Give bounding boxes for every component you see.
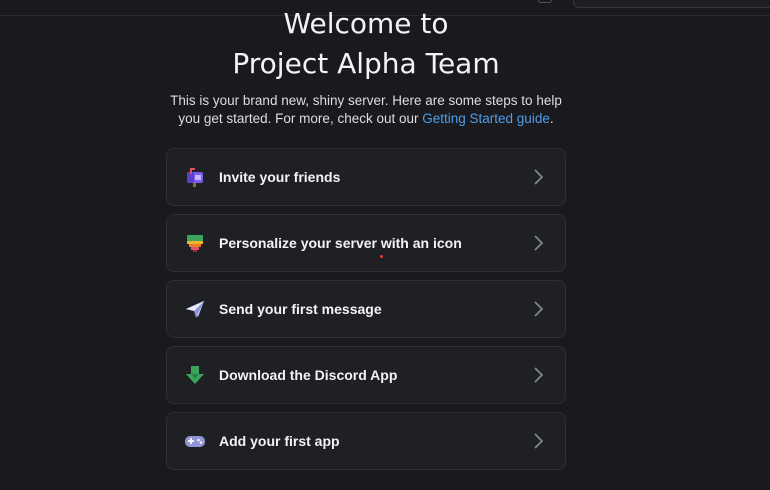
welcome-description: This is your brand new, shiny server. He…: [166, 92, 566, 128]
title-line-2: Project Alpha Team: [232, 47, 500, 80]
page-title: Welcome to Project Alpha Team: [0, 4, 732, 84]
step-label: Send your first message: [219, 301, 382, 317]
chevron-right-icon: [534, 169, 543, 185]
step-add-app[interactable]: Add your first app: [166, 412, 566, 470]
cursor-marker: [380, 255, 383, 258]
step-download-app[interactable]: Download the Discord App: [166, 346, 566, 404]
mailbox-icon: [184, 166, 206, 188]
getting-started-link[interactable]: Getting Started guide: [422, 111, 550, 126]
paper-plane-icon: [184, 298, 206, 320]
step-send-message[interactable]: Send your first message: [166, 280, 566, 338]
description-end: .: [549, 111, 554, 126]
step-label: Personalize your server with an icon: [219, 235, 462, 251]
step-label: Download the Discord App: [219, 367, 398, 383]
step-personalize-server[interactable]: Personalize your server with an icon: [166, 214, 566, 272]
paint-brush-icon: [184, 232, 206, 254]
gamepad-icon: [184, 430, 206, 452]
inbox-icon[interactable]: [538, 0, 552, 3]
getting-started-steps: Invite your friends Personalize your ser…: [166, 148, 566, 478]
chevron-right-icon: [534, 367, 543, 383]
download-arrow-icon: [184, 364, 206, 386]
chevron-right-icon: [534, 433, 543, 449]
step-invite-friends[interactable]: Invite your friends: [166, 148, 566, 206]
step-label: Invite your friends: [219, 169, 341, 185]
top-bar-fragment: [423, 0, 473, 1]
title-line-1: Welcome to: [283, 7, 449, 40]
chevron-right-icon: [534, 235, 543, 251]
chevron-right-icon: [534, 301, 543, 317]
step-label: Add your first app: [219, 433, 340, 449]
